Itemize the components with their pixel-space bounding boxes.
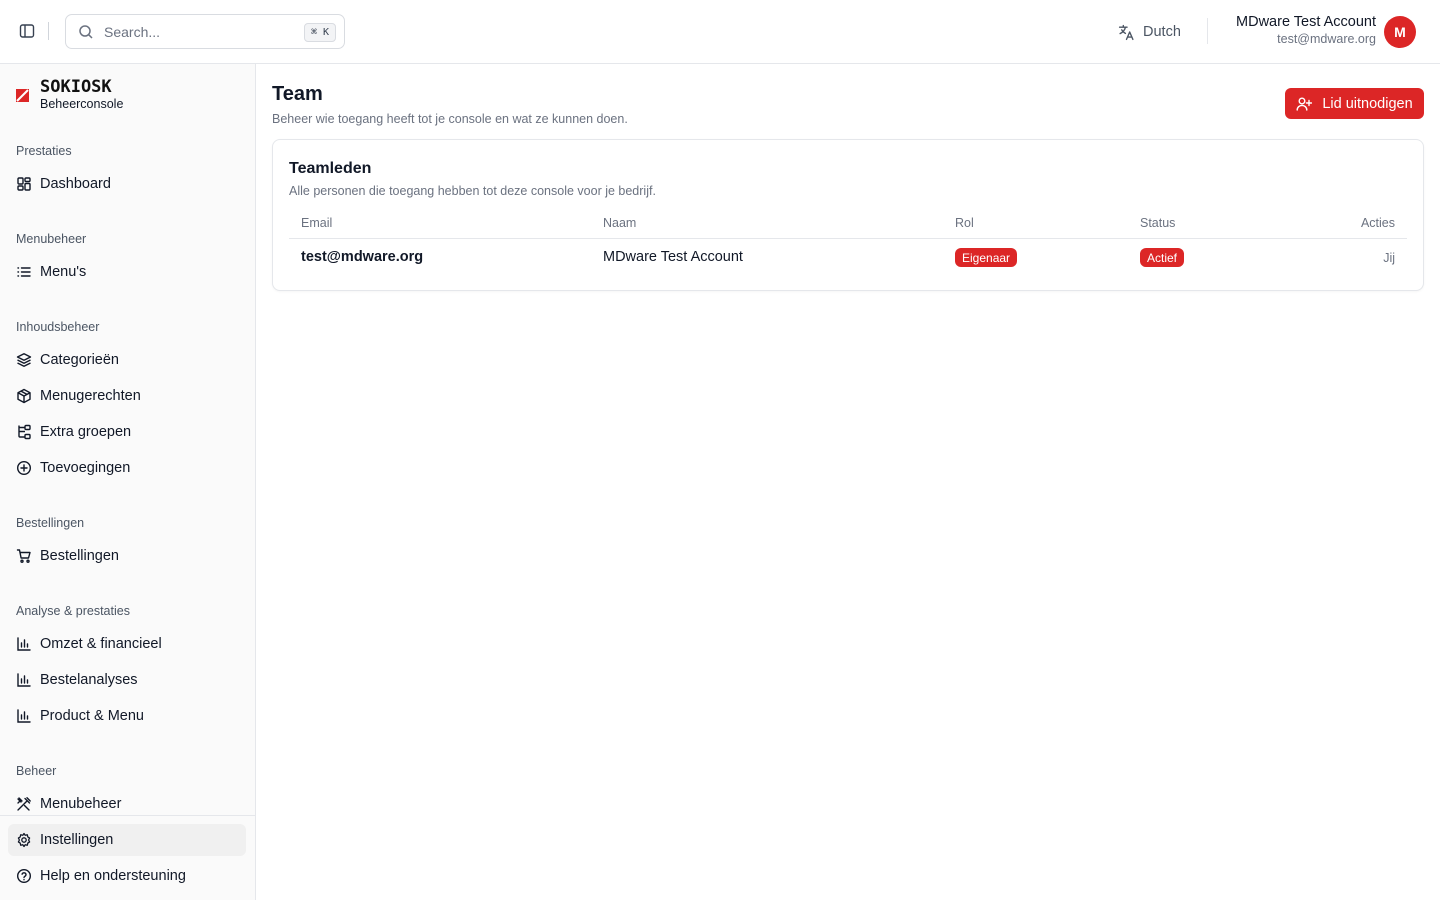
invite-member-button[interactable]: Lid uitnodigen [1285, 88, 1424, 119]
layers-icon [16, 352, 32, 368]
team-members-card: Teamleden Alle personen die toegang hebb… [272, 139, 1424, 291]
utensils-icon [16, 796, 32, 812]
sidebar-toggle-icon[interactable] [16, 20, 38, 42]
sidebar-item-label: Extra groepen [40, 424, 132, 440]
sidebar-item-orders[interactable]: Bestellingen [8, 540, 246, 572]
sidebar-item-label: Product & Menu [40, 708, 144, 724]
plus-circle-icon [16, 460, 32, 476]
language-label: Dutch [1143, 24, 1181, 40]
column-header-status: Status [1140, 216, 1176, 230]
sidebar-item-help[interactable]: Help en ondersteuning [8, 860, 246, 892]
sidebar-item-settings[interactable]: Instellingen [8, 824, 246, 856]
header-divider [1207, 18, 1208, 44]
sidebar-footer-divider [0, 815, 255, 816]
search-input[interactable] [104, 23, 294, 40]
bar-chart-icon [16, 636, 32, 652]
sidebar-item-label: Bestellingen [40, 548, 119, 564]
brand-logo: SOKIOSK [40, 77, 112, 97]
member-name: MDware Test Account [603, 249, 743, 265]
tree-icon [16, 424, 32, 440]
card-description: Alle personen die toegang hebben tot dez… [289, 184, 656, 198]
package-icon [16, 388, 32, 404]
nav-group-label: Menubeheer [16, 232, 87, 246]
role-badge: Eigenaar [955, 248, 1018, 267]
sidebar-item-label: Menugerechten [40, 388, 141, 404]
card-title: Teamleden [289, 160, 372, 177]
sidebar: SOKIOSK Beheerconsole Prestaties Dashboa… [0, 64, 256, 900]
column-header-email: Email [301, 216, 333, 230]
sidebar-item-label: Menubeheer [40, 796, 122, 812]
sidebar-item-menus[interactable]: Menu's [8, 256, 246, 288]
sidebar-item-revenue[interactable]: Omzet & financieel [8, 628, 246, 660]
nav-group-label: Beheer [16, 764, 57, 778]
sidebar-item-label: Bestelanalyses [40, 672, 138, 688]
translate-icon [1118, 24, 1135, 41]
column-header-name: Naam [603, 216, 637, 230]
nav-group-label: Bestellingen [16, 516, 85, 530]
sidebar-item-additions[interactable]: Toevoegingen [8, 452, 246, 484]
column-header-role: Rol [955, 216, 974, 230]
cart-icon [16, 548, 32, 564]
table-header-divider [289, 238, 1407, 239]
user-name: MDware Test Account [1236, 14, 1376, 30]
invite-button-label: Lid uitnodigen [1322, 95, 1413, 112]
sidebar-item-dashboard[interactable]: Dashboard [8, 168, 246, 200]
sidebar-item-label: Help en ondersteuning [40, 868, 186, 884]
top-bar: ⌘ K Dutch MDware Test Account test@mdwar… [0, 0, 1440, 64]
sidebar-item-product-menu[interactable]: Product & Menu [8, 700, 246, 732]
sidebar-item-menu-dishes[interactable]: Menugerechten [8, 380, 246, 412]
search-icon [78, 24, 94, 40]
status-badge: Actief [1140, 248, 1185, 267]
main-content: Team Beheer wie toegang heeft tot je con… [256, 64, 1440, 900]
dashboard-icon [16, 176, 32, 192]
nav-group-label: Analyse & prestaties [16, 604, 130, 618]
sidebar-item-categories[interactable]: Categorieën [8, 344, 246, 376]
sidebar-item-label: Instellingen [40, 832, 114, 848]
column-header-actions: Acties [1360, 216, 1395, 230]
sidebar-item-label: Categorieën [40, 352, 119, 368]
sidebar-item-label: Omzet & financieel [40, 636, 162, 652]
nav-group-label: Prestaties [16, 144, 72, 158]
page-subtitle: Beheer wie toegang heeft tot je console … [272, 112, 628, 126]
list-icon [16, 264, 32, 280]
user-plus-icon [1296, 96, 1313, 112]
sidebar-item-label: Menu's [40, 264, 87, 280]
page-title: Team [272, 83, 323, 105]
member-email: test@mdware.org [301, 249, 424, 265]
sidebar-item-order-analytics[interactable]: Bestelanalyses [8, 664, 246, 696]
header-divider [48, 22, 49, 40]
brand-subtitle: Beheerconsole [40, 97, 124, 111]
user-info[interactable]: MDware Test Account test@mdware.org [1236, 13, 1376, 47]
help-circle-icon [16, 868, 32, 884]
brand[interactable]: SOKIOSK Beheerconsole [16, 78, 123, 111]
bar-chart-icon [16, 672, 32, 688]
current-user-label: Jij [1383, 251, 1395, 265]
nav-group-label: Inhoudsbeheer [16, 320, 100, 334]
gear-icon [16, 832, 32, 848]
search-shortcut-badge: ⌘ K [303, 23, 336, 42]
bar-chart-icon [16, 708, 32, 724]
user-email: test@mdware.org [1277, 32, 1376, 46]
sidebar-item-extra-groups[interactable]: Extra groepen [8, 416, 246, 448]
avatar[interactable]: M [1384, 16, 1416, 48]
brand-mark-icon [16, 89, 30, 103]
language-selector[interactable]: Dutch [1118, 20, 1181, 44]
search-box[interactable]: ⌘ K [65, 14, 345, 49]
sidebar-item-label: Toevoegingen [40, 460, 131, 476]
sidebar-item-label: Dashboard [40, 176, 111, 192]
